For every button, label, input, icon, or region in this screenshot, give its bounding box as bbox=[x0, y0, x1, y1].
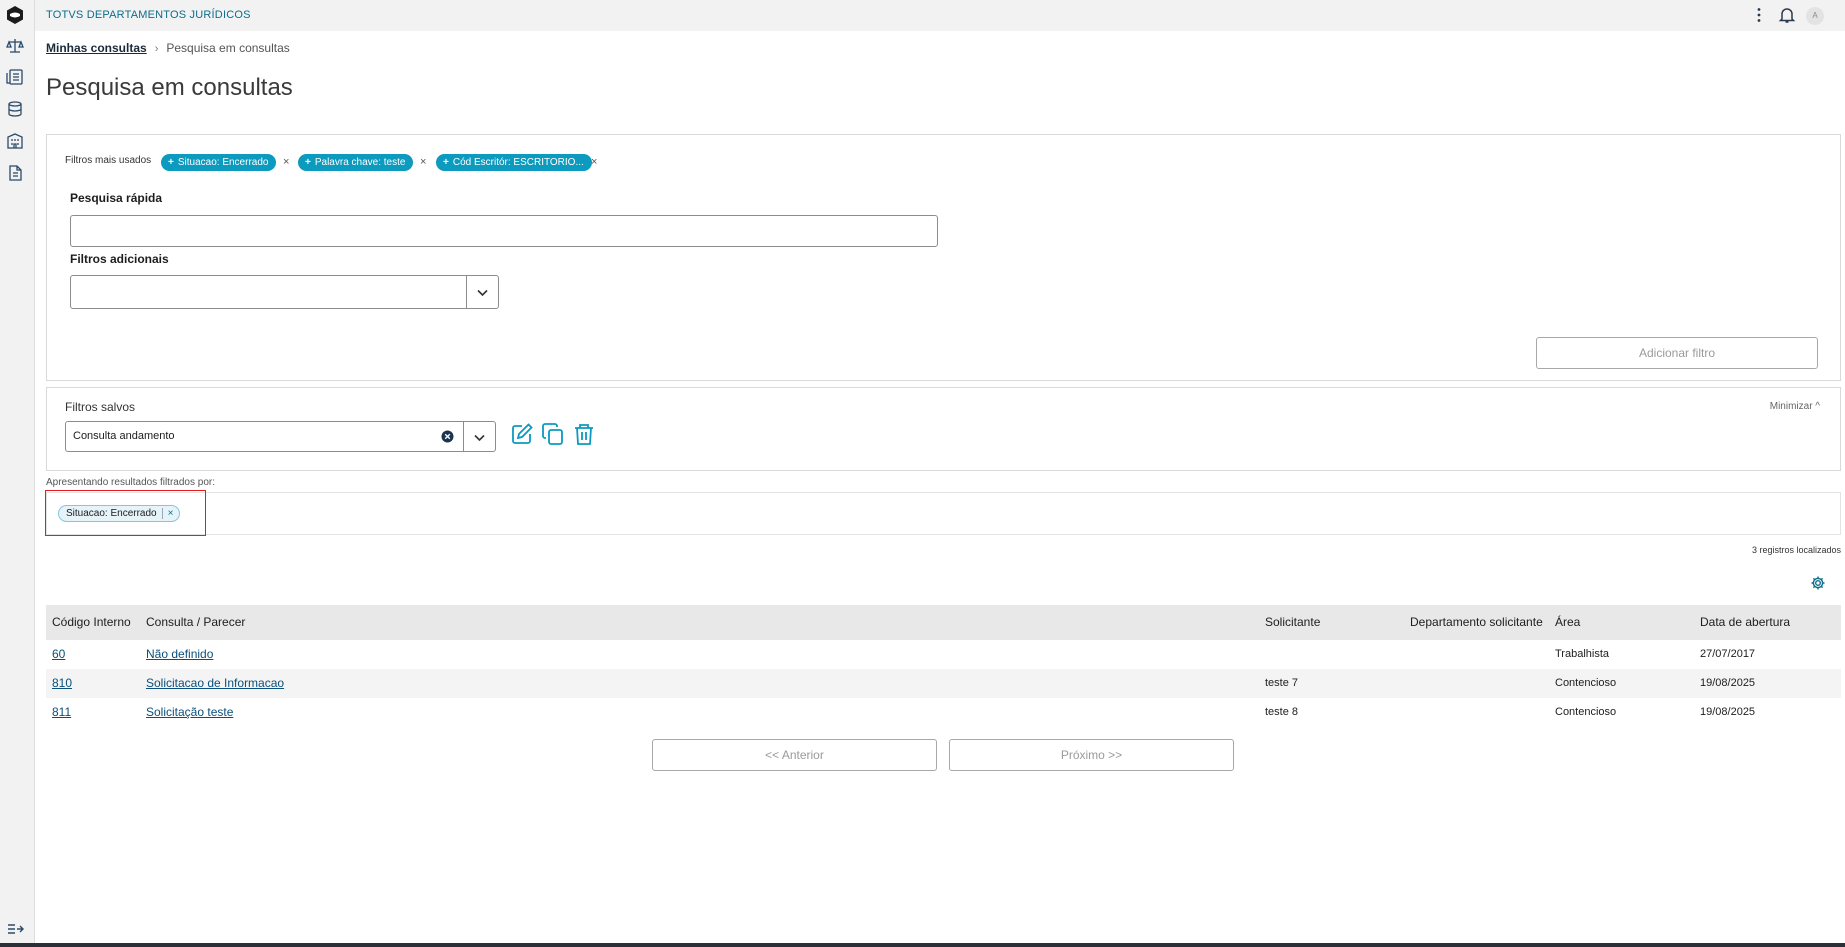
database-icon[interactable] bbox=[6, 100, 24, 118]
column-header-area[interactable]: Área bbox=[1555, 615, 1580, 629]
chevron-right-icon: › bbox=[154, 43, 159, 55]
dropdown-toggle[interactable] bbox=[466, 276, 498, 308]
cell-data: 19/08/2025 bbox=[1700, 677, 1756, 689]
consulta-link[interactable]: Solicitação teste bbox=[146, 705, 233, 719]
breadcrumb-link-minhas-consultas[interactable]: Minhas consultas bbox=[46, 41, 147, 55]
next-page-button[interactable]: Próximo >> bbox=[949, 739, 1234, 771]
saved-filter-select[interactable]: Consulta andamento bbox=[65, 421, 496, 452]
close-icon[interactable]: × bbox=[591, 154, 597, 171]
plus-icon: + bbox=[305, 157, 311, 168]
chip-label: Palavra chave: teste bbox=[314, 157, 406, 168]
table-row: 60 Não definido Trabalhista 27/07/2017 bbox=[46, 640, 1841, 669]
favorite-filter-chip[interactable]: + Cód Escritór: ESCRITORIO... bbox=[436, 154, 592, 171]
table-row: 811 Solicitação teste teste 8 Contencios… bbox=[46, 698, 1841, 727]
plus-icon: + bbox=[443, 157, 449, 168]
close-icon[interactable]: × bbox=[420, 154, 426, 171]
app-title[interactable]: TOTVS DEPARTAMENTOS JURÍDICOS bbox=[46, 9, 251, 21]
dropdown-toggle[interactable] bbox=[463, 422, 495, 451]
building-icon[interactable] bbox=[6, 132, 24, 150]
dashboard-icon[interactable] bbox=[6, 68, 24, 86]
page-title: Pesquisa em consultas bbox=[46, 74, 293, 101]
consulta-link[interactable]: Solicitacao de Informacao bbox=[146, 676, 284, 690]
column-header-codigo[interactable]: Código Interno bbox=[52, 615, 131, 629]
gear-icon[interactable] bbox=[1810, 575, 1826, 591]
applied-filter-chip[interactable]: Situacao: Encerrado × bbox=[58, 505, 181, 522]
saved-filters-card: Filtros salvos Minimizar ^ Consulta anda… bbox=[46, 387, 1841, 471]
quick-search-input[interactable] bbox=[70, 215, 938, 247]
minimize-button[interactable]: Minimizar ^ bbox=[1770, 401, 1820, 412]
plus-icon: + bbox=[168, 157, 174, 168]
totvs-logo-icon[interactable] bbox=[5, 5, 25, 25]
codigo-link[interactable]: 810 bbox=[52, 676, 72, 690]
avatar[interactable]: A bbox=[1806, 7, 1824, 25]
clear-icon[interactable] bbox=[441, 430, 454, 443]
cell-solicitante: teste 8 bbox=[1265, 706, 1299, 718]
saved-filters-title: Filtros salvos bbox=[65, 400, 136, 414]
copy-icon[interactable] bbox=[541, 422, 565, 446]
cell-area: Trabalhista bbox=[1555, 648, 1610, 660]
chip-label: Cód Escritór: ESCRITORIO... bbox=[452, 157, 584, 168]
cell-data: 19/08/2025 bbox=[1700, 706, 1756, 718]
add-filter-button[interactable]: Adicionar filtro bbox=[1536, 337, 1818, 369]
saved-filter-value: Consulta andamento bbox=[73, 430, 175, 442]
table-row: 810 Solicitacao de Informacao teste 7 Co… bbox=[46, 669, 1841, 698]
scale-icon[interactable] bbox=[6, 37, 24, 55]
edit-icon[interactable] bbox=[510, 422, 534, 446]
bottom-border bbox=[0, 943, 1845, 947]
close-icon[interactable]: × bbox=[283, 154, 289, 171]
codigo-link[interactable]: 811 bbox=[52, 705, 71, 719]
trash-icon[interactable] bbox=[572, 422, 596, 446]
breadcrumb-current: Pesquisa em consultas bbox=[166, 41, 290, 55]
more-vertical-icon[interactable] bbox=[1750, 6, 1768, 24]
records-count: 3 registros localizados bbox=[1751, 545, 1841, 555]
bell-icon[interactable] bbox=[1778, 6, 1796, 24]
cell-area: Contencioso bbox=[1555, 677, 1617, 689]
additional-filters-label: Filtros adicionais bbox=[70, 252, 169, 266]
previous-page-button[interactable]: << Anterior bbox=[652, 739, 937, 771]
favorite-filter-chip[interactable]: + Situacao: Encerrado bbox=[161, 154, 277, 171]
chevron-down-icon bbox=[474, 434, 485, 442]
expand-menu-icon[interactable] bbox=[6, 920, 24, 938]
results-filter-label: Apresentando resultados filtrados por: bbox=[46, 477, 215, 488]
codigo-link[interactable]: 60 bbox=[52, 647, 65, 661]
quick-search-label: Pesquisa rápida bbox=[70, 191, 163, 205]
cell-area: Contencioso bbox=[1555, 706, 1617, 718]
table-header: Código Interno Consulta / Parecer Solici… bbox=[46, 605, 1841, 640]
top-header: TOTVS DEPARTAMENTOS JURÍDICOS A bbox=[35, 0, 1845, 31]
column-header-departamento[interactable]: Departamento solicitante bbox=[1410, 615, 1543, 629]
column-header-solicitante[interactable]: Solicitante bbox=[1265, 615, 1320, 629]
cell-solicitante: teste 7 bbox=[1265, 677, 1299, 689]
chevron-down-icon bbox=[477, 289, 488, 297]
filters-card: Filtros mais usados + Situacao: Encerrado… bbox=[46, 134, 1841, 381]
close-icon[interactable]: × bbox=[168, 508, 174, 519]
document-icon[interactable] bbox=[6, 164, 24, 182]
applied-filters-panel bbox=[46, 492, 1841, 535]
consulta-link[interactable]: Não definido bbox=[146, 647, 213, 661]
results-table: Código Interno Consulta / Parecer Solici… bbox=[46, 605, 1841, 727]
favorite-filter-chip[interactable]: + Palavra chave: teste bbox=[298, 154, 414, 171]
chip-label: Situacao: Encerrado bbox=[177, 157, 269, 168]
favorite-filters-label: Filtros mais usados bbox=[65, 155, 152, 166]
column-header-data[interactable]: Data de abertura bbox=[1700, 615, 1790, 629]
applied-filter-label: Situacao: Encerrado bbox=[66, 508, 157, 519]
cell-data: 27/07/2017 bbox=[1700, 648, 1756, 660]
sidebar bbox=[0, 0, 35, 943]
column-header-consulta[interactable]: Consulta / Parecer bbox=[146, 615, 245, 629]
additional-filters-select[interactable] bbox=[70, 275, 499, 309]
breadcrumb: Minhas consultas › Pesquisa em consultas bbox=[46, 41, 290, 55]
